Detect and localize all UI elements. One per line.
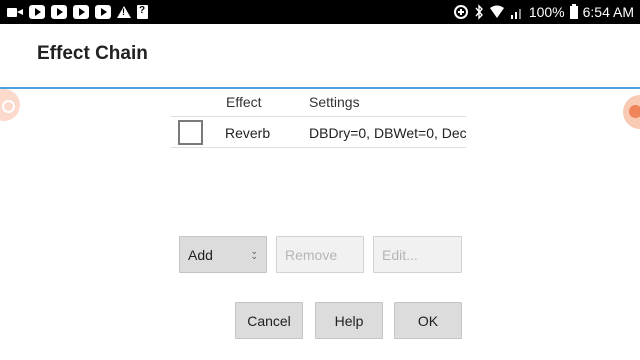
battery-icon	[569, 4, 578, 19]
app-bar-divider	[0, 87, 640, 89]
status-bar: 100% 6:54 AM	[0, 0, 640, 24]
wifi-icon	[489, 5, 504, 18]
column-header-effect: Effect	[226, 94, 262, 110]
ok-button[interactable]: OK	[394, 302, 462, 339]
youtube-icon	[51, 5, 67, 19]
clock: 6:54 AM	[582, 4, 634, 20]
edit-effect-button[interactable]: Edit...	[373, 236, 462, 273]
cell-effect-name: Reverb	[225, 125, 271, 141]
camera-icon	[7, 5, 23, 19]
battery-percent: 100%	[528, 4, 565, 20]
notification-icons	[7, 4, 148, 20]
unknown-app-icon	[137, 5, 148, 19]
cell-effect-settings: DBDry=0, DBWet=0, Decay	[309, 125, 466, 141]
chevron-down-icon: ⌄ ⌄	[250, 246, 258, 261]
warning-icon	[117, 5, 131, 19]
page-title: Effect Chain	[37, 43, 148, 64]
left-edge-handle-icon[interactable]	[0, 89, 20, 121]
bluetooth-icon	[475, 4, 483, 20]
column-header-settings: Settings	[309, 94, 360, 110]
row-divider	[171, 147, 466, 148]
youtube-icon	[29, 5, 45, 19]
add-button-label: Add	[188, 246, 213, 263]
youtube-icon	[73, 5, 89, 19]
right-edge-handle-icon[interactable]	[623, 95, 640, 129]
table-row[interactable]: Reverb DBDry=0, DBWet=0, Decay	[171, 116, 466, 147]
remove-effect-button[interactable]: Remove	[276, 236, 364, 273]
system-status: 100% 6:54 AM	[453, 2, 634, 22]
help-button[interactable]: Help	[315, 302, 383, 339]
cancel-button[interactable]: Cancel	[235, 302, 303, 339]
signal-icon	[510, 9, 521, 19]
row-checkbox[interactable]	[178, 120, 203, 145]
add-effect-button[interactable]: Add ⌄ ⌄	[179, 236, 267, 273]
data-saver-icon	[453, 5, 468, 19]
effects-table: Effect Settings Reverb DBDry=0, DBWet=0,…	[171, 90, 466, 148]
youtube-icon	[95, 5, 111, 19]
app-bar: Effect Chain	[0, 24, 640, 88]
